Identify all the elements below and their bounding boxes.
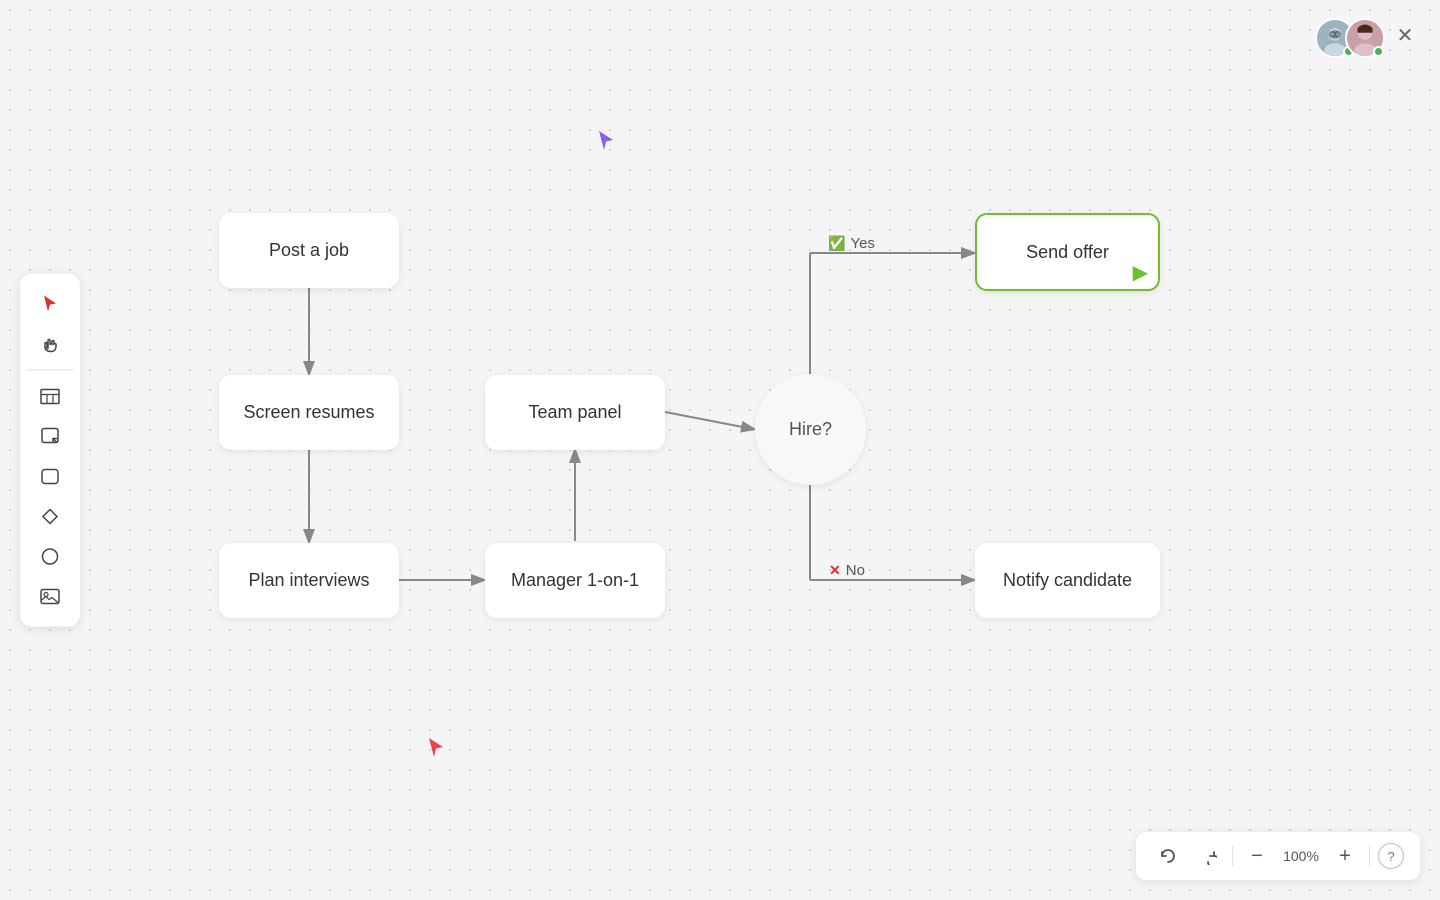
left-toolbar <box>20 274 80 627</box>
node-manager[interactable]: Manager 1-on-1 <box>485 543 665 618</box>
node-notify-candidate-label: Notify candidate <box>1003 570 1132 591</box>
node-screen-resumes[interactable]: Screen resumes <box>219 375 399 450</box>
node-notify-candidate[interactable]: Notify candidate <box>975 543 1160 618</box>
no-x-icon: ✕ <box>829 562 841 579</box>
diamond-tool[interactable] <box>32 499 68 535</box>
rectangle-tool[interactable] <box>32 459 68 495</box>
cursor-purple-top <box>597 130 615 157</box>
node-plan-interviews[interactable]: Plan interviews <box>219 543 399 618</box>
bottom-toolbar: − 100% + ? <box>1136 832 1420 880</box>
user-avatars <box>1315 18 1385 58</box>
canvas-background <box>0 0 1440 900</box>
close-button[interactable]: ✕ <box>1390 20 1420 50</box>
table-tool[interactable] <box>32 379 68 415</box>
node-send-offer[interactable]: Send offer ▶ <box>975 213 1160 291</box>
zoom-out-button[interactable]: − <box>1241 840 1273 872</box>
node-manager-label: Manager 1-on-1 <box>511 570 639 591</box>
branch-no-label: ✕ No <box>829 562 865 579</box>
no-text: No <box>846 562 865 579</box>
yes-check-icon: ✅ <box>828 235 845 252</box>
branch-yes-label: ✅ Yes <box>828 235 875 252</box>
undo-button[interactable] <box>1152 840 1184 872</box>
node-post-job-label: Post a job <box>269 240 349 261</box>
cursor-tool[interactable] <box>32 286 68 322</box>
sticky-tool[interactable] <box>32 419 68 455</box>
yes-text: Yes <box>850 235 874 252</box>
redo-button[interactable] <box>1192 840 1224 872</box>
image-tool[interactable] <box>32 579 68 615</box>
bottom-divider-2 <box>1369 846 1370 866</box>
toolbar-divider-1 <box>26 370 74 371</box>
bottom-divider-1 <box>1232 846 1233 866</box>
zoom-level: 100% <box>1281 848 1321 864</box>
send-offer-inner-arrow: ▶ <box>1133 260 1148 285</box>
node-post-job[interactable]: Post a job <box>219 213 399 288</box>
node-team-panel-label: Team panel <box>528 402 621 423</box>
node-hire-decision-label: Hire? <box>789 419 832 440</box>
node-plan-interviews-label: Plan interviews <box>248 570 369 591</box>
node-team-panel[interactable]: Team panel <box>485 375 665 450</box>
ellipse-tool[interactable] <box>32 539 68 575</box>
hand-tool[interactable] <box>32 326 68 362</box>
node-send-offer-label: Send offer <box>1026 242 1109 263</box>
help-button[interactable]: ? <box>1378 843 1404 869</box>
node-hire-decision[interactable]: Hire? <box>755 374 866 485</box>
cursor-red-bottom <box>427 737 445 764</box>
user-2-online-dot <box>1373 46 1384 57</box>
zoom-in-button[interactable]: + <box>1329 840 1361 872</box>
node-screen-resumes-label: Screen resumes <box>243 402 374 423</box>
